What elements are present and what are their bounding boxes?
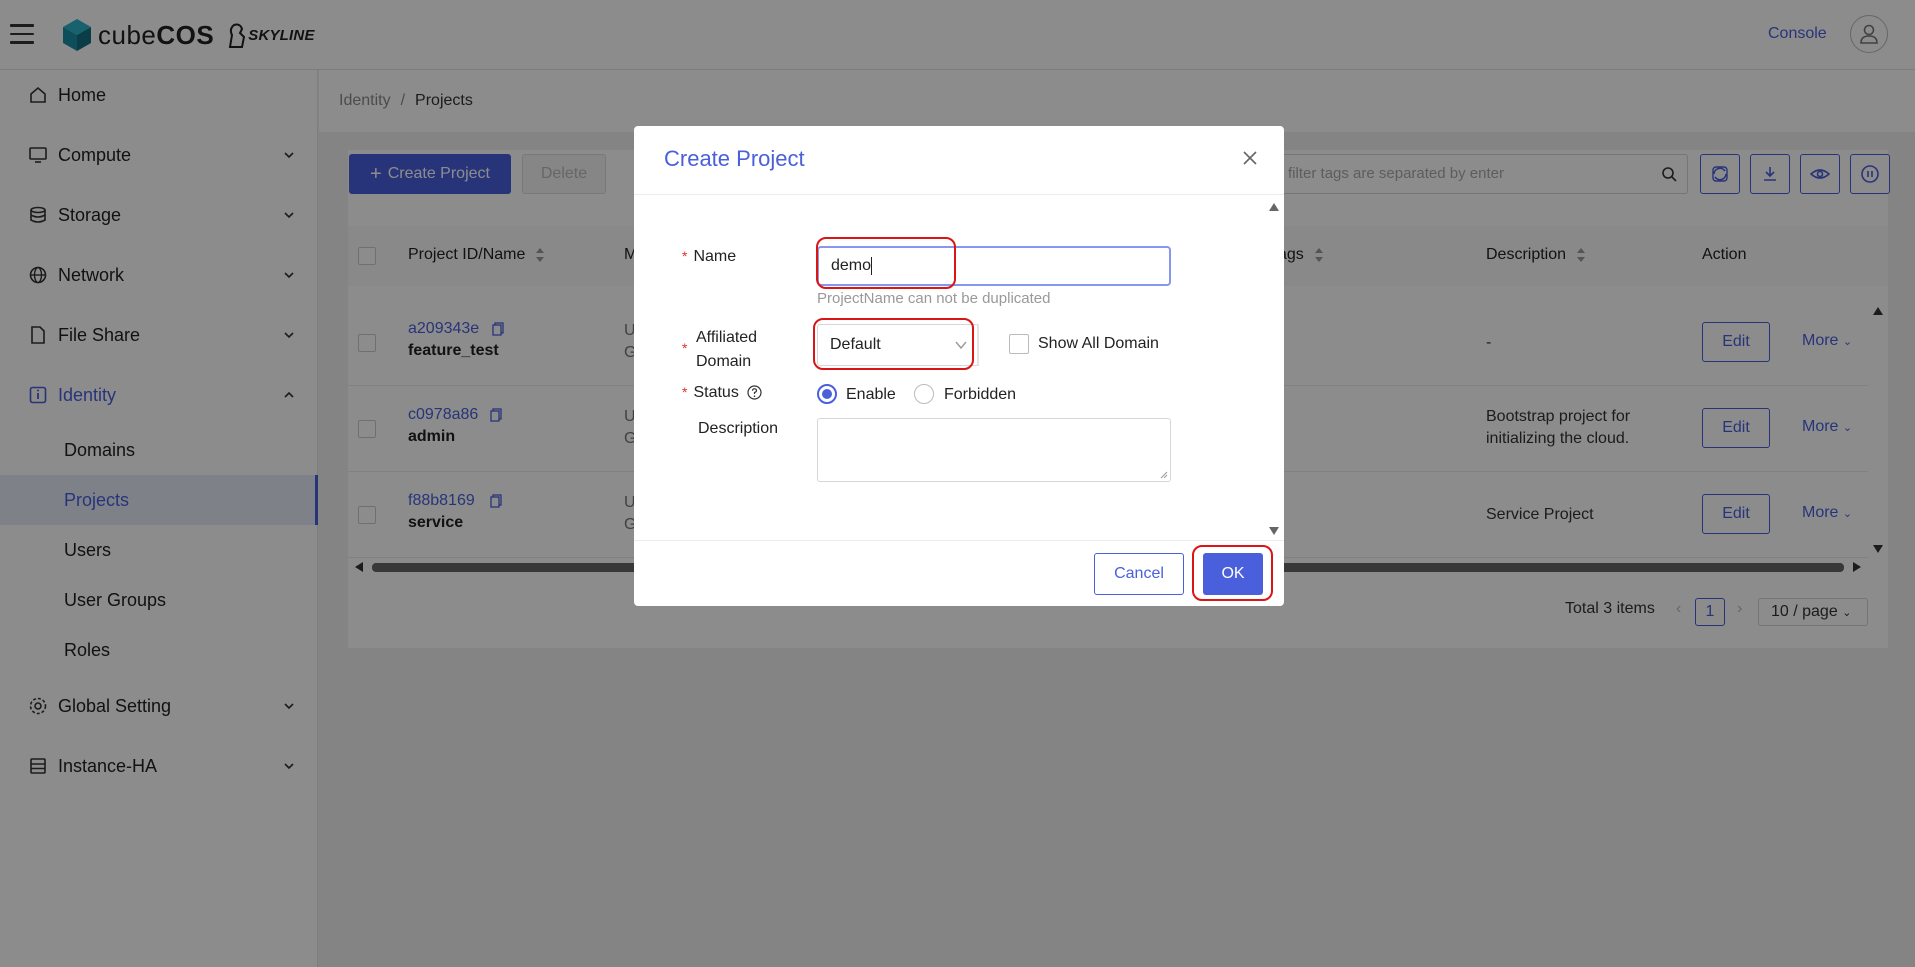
affiliated-domain-label: * Affiliated Domain <box>682 326 757 374</box>
required-asterisk: * <box>682 384 688 400</box>
status-enable-label[interactable]: Enable <box>846 386 896 404</box>
name-label-text: Name <box>693 248 737 265</box>
description-textarea[interactable] <box>817 418 1171 482</box>
name-label: * Name <box>682 248 736 266</box>
show-all-domain-label[interactable]: Show All Domain <box>1038 335 1159 353</box>
dialog-title: Create Project <box>664 146 805 171</box>
text-cursor <box>871 256 873 275</box>
dialog-scroll-up-icon[interactable] <box>1268 202 1280 212</box>
ok-button[interactable]: OK <box>1203 553 1263 595</box>
description-label: Description <box>698 420 779 437</box>
required-asterisk: * <box>682 248 688 264</box>
name-input[interactable]: demo <box>817 246 1171 286</box>
help-icon[interactable] <box>747 385 762 400</box>
show-all-domain-checkbox[interactable] <box>1009 334 1029 354</box>
status-label-text: Status <box>693 384 739 401</box>
status-enable-radio[interactable] <box>817 384 837 404</box>
domain-label-line2: Domain <box>696 353 752 370</box>
dialog-scroll-down-icon[interactable] <box>1268 526 1280 536</box>
status-forbidden-radio[interactable] <box>914 384 934 404</box>
resize-handle-icon[interactable] <box>1160 471 1168 479</box>
divider <box>634 540 1284 541</box>
name-input-value: demo <box>831 257 872 274</box>
status-label: * Status <box>682 384 762 402</box>
name-hint: ProjectName can not be duplicated <box>817 290 1051 307</box>
chevron-down-icon <box>955 341 967 350</box>
status-forbidden-label[interactable]: Forbidden <box>944 386 1016 404</box>
divider <box>634 194 1284 195</box>
create-project-dialog: Create Project * Name demo ProjectName ca… <box>634 126 1284 606</box>
domain-select-value: Default <box>830 336 881 353</box>
domain-label-line1: Affiliated <box>696 329 758 346</box>
select-divider <box>977 324 979 366</box>
domain-select[interactable]: Default <box>817 324 979 366</box>
cancel-button[interactable]: Cancel <box>1094 553 1184 595</box>
close-icon[interactable] <box>1240 148 1260 168</box>
required-asterisk: * <box>682 340 688 356</box>
